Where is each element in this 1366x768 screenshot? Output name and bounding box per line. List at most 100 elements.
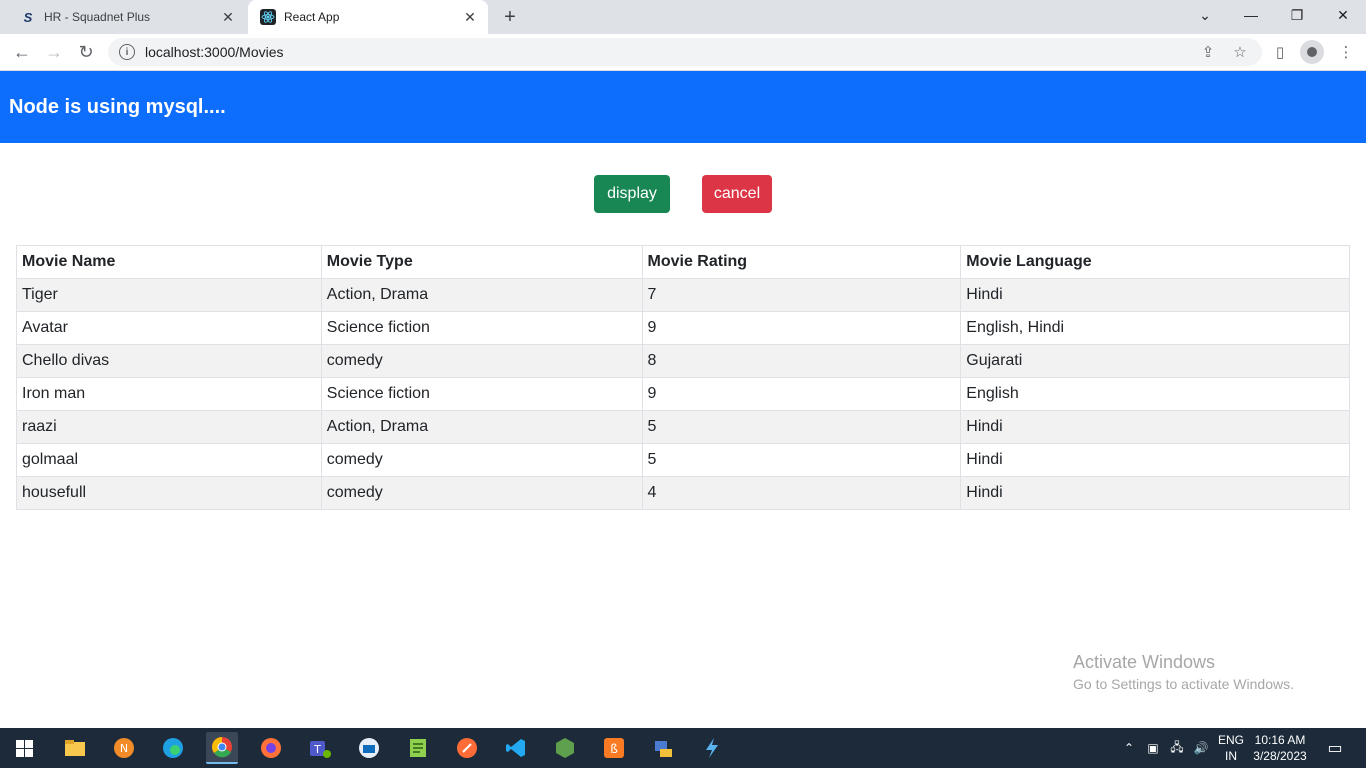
cell-movie-type: Action, Drama: [320, 410, 643, 444]
column-header-movie-rating: Movie Rating: [641, 245, 962, 279]
tab-strip: S HR - Squadnet Plus ✕ React App ✕ + ⌄ —…: [0, 0, 1366, 34]
cell-movie-type: comedy: [320, 344, 643, 378]
cell-movie-language: Hindi: [960, 410, 1350, 444]
cell-movie-name: Chello divas: [16, 344, 322, 378]
cancel-button[interactable]: cancel: [702, 175, 772, 213]
close-tab-icon[interactable]: ✕: [460, 7, 480, 27]
cell-movie-name: housefull: [16, 476, 322, 510]
cell-movie-rating: 4: [641, 476, 962, 510]
clock-time: 10:16 AM: [1254, 733, 1306, 747]
react-favicon-icon: [260, 9, 276, 25]
reload-icon[interactable]: ↻: [72, 38, 100, 66]
tab-title: React App: [284, 10, 340, 24]
table-row: golmaal comedy 5 Hindi: [16, 443, 1350, 477]
lightning-app-icon[interactable]: [696, 732, 728, 764]
vscode-icon[interactable]: [500, 732, 532, 764]
cell-movie-type: Science fiction: [320, 377, 643, 411]
svg-text:N: N: [120, 742, 128, 755]
url-text: localhost:3000/Movies: [145, 44, 284, 60]
share-icon[interactable]: ⇪: [1196, 38, 1220, 66]
cell-movie-language: English: [960, 377, 1350, 411]
close-tab-icon[interactable]: ✕: [218, 7, 238, 27]
bookmark-star-icon[interactable]: ☆: [1228, 38, 1252, 66]
show-hidden-icons-icon[interactable]: ⌃: [1120, 728, 1138, 768]
display-button[interactable]: display: [594, 175, 670, 213]
back-arrow-icon[interactable]: ←: [8, 38, 36, 66]
cell-movie-rating: 5: [641, 443, 962, 477]
minimize-icon[interactable]: —: [1228, 0, 1274, 30]
meet-now-icon[interactable]: ▣: [1144, 728, 1162, 768]
tab-title: HR - Squadnet Plus: [44, 10, 151, 24]
browser-toolbar: ← → ↻ i localhost:3000/Movies ⇪ ☆ ▯ ⋮: [0, 34, 1366, 71]
restore-icon[interactable]: ❐: [1274, 0, 1320, 30]
table-row: raazi Action, Drama 5 Hindi: [16, 410, 1350, 444]
chrome-browser-icon[interactable]: [206, 732, 238, 764]
tab-hr-squadnet[interactable]: S HR - Squadnet Plus ✕: [8, 0, 246, 34]
table-header-row: Movie Name Movie Type Movie Rating Movie…: [16, 245, 1350, 279]
cell-movie-type: Science fiction: [320, 311, 643, 345]
cell-movie-rating: 9: [641, 311, 962, 345]
firefox-icon[interactable]: [255, 732, 287, 764]
svg-text:ß: ß: [610, 742, 618, 756]
column-header-movie-type: Movie Type: [320, 245, 643, 279]
edge-browser-icon[interactable]: [157, 732, 189, 764]
language-code: ENG: [1217, 733, 1244, 747]
side-panel-icon[interactable]: ▯: [1268, 38, 1292, 66]
activate-windows-watermark: Activate Windows Go to Settings to activ…: [1073, 652, 1294, 692]
cell-movie-name: golmaal: [16, 443, 322, 477]
site-info-icon[interactable]: i: [119, 44, 135, 60]
xampp-icon[interactable]: ß: [598, 732, 630, 764]
cell-movie-language: Hindi: [960, 278, 1350, 312]
file-explorer-icon[interactable]: [59, 732, 91, 764]
tab-search-chevron-icon[interactable]: ⌄: [1182, 0, 1228, 30]
close-window-icon[interactable]: ✕: [1320, 0, 1366, 30]
svg-text:T: T: [313, 743, 321, 756]
new-tab-icon[interactable]: +: [498, 5, 522, 29]
network-tool-icon[interactable]: [647, 732, 679, 764]
nodejs-icon[interactable]: [549, 732, 581, 764]
notification-center-icon[interactable]: ▭: [1320, 728, 1350, 768]
windows-taskbar: N T ß ⌃ ▣ 🖧 🔊 ENG IN 10:16 AM 3/28/2023 …: [0, 728, 1366, 768]
watermark-subtitle: Go to Settings to activate Windows.: [1073, 676, 1294, 692]
table-row: Avatar Science fiction 9 English, Hindi: [16, 311, 1350, 345]
region-code: IN: [1225, 749, 1237, 763]
page-title: Node is using mysql....: [9, 95, 226, 118]
postman-icon[interactable]: [451, 732, 483, 764]
movies-table: Movie Name Movie Type Movie Rating Movie…: [16, 245, 1350, 510]
notepad-icon[interactable]: [402, 732, 434, 764]
cell-movie-language: Hindi: [960, 443, 1350, 477]
mail-icon[interactable]: [353, 732, 385, 764]
squadnet-favicon-icon: S: [23, 9, 33, 25]
cell-movie-language: English, Hindi: [960, 311, 1350, 345]
cell-movie-name: raazi: [16, 410, 322, 444]
cell-movie-type: comedy: [320, 476, 643, 510]
cell-movie-language: Hindi: [960, 476, 1350, 510]
profile-avatar-icon[interactable]: [1300, 40, 1324, 64]
windows-start-icon[interactable]: [8, 732, 40, 764]
system-clock[interactable]: 10:16 AM 3/28/2023: [1250, 732, 1310, 764]
cell-movie-name: Tiger: [16, 278, 322, 312]
column-header-movie-language: Movie Language: [960, 245, 1350, 279]
table-row: Tiger Action, Drama 7 Hindi: [16, 278, 1350, 312]
column-header-movie-name: Movie Name: [16, 245, 322, 279]
menu-kebab-icon[interactable]: ⋮: [1334, 38, 1358, 66]
cell-movie-rating: 8: [641, 344, 962, 378]
cell-movie-language: Gujarati: [960, 344, 1350, 378]
table-row: housefull comedy 4 Hindi: [16, 476, 1350, 510]
clock-date: 3/28/2023: [1253, 749, 1307, 763]
language-indicator[interactable]: ENG IN: [1216, 732, 1246, 764]
tab-react-app[interactable]: React App ✕: [248, 0, 488, 34]
app-header: Node is using mysql....: [0, 71, 1366, 143]
cell-movie-name: Avatar: [16, 311, 322, 345]
cell-movie-rating: 5: [641, 410, 962, 444]
address-bar[interactable]: i localhost:3000/Movies: [108, 38, 1262, 66]
nodejs-installer-icon[interactable]: N: [108, 732, 140, 764]
network-icon[interactable]: 🖧: [1167, 728, 1187, 768]
cell-movie-type: comedy: [320, 443, 643, 477]
teams-icon[interactable]: T: [304, 732, 336, 764]
volume-icon[interactable]: 🔊: [1191, 728, 1211, 768]
table-row: Chello divas comedy 8 Gujarati: [16, 344, 1350, 378]
cell-movie-rating: 9: [641, 377, 962, 411]
forward-arrow-icon[interactable]: →: [40, 38, 68, 66]
watermark-title: Activate Windows: [1073, 652, 1216, 672]
